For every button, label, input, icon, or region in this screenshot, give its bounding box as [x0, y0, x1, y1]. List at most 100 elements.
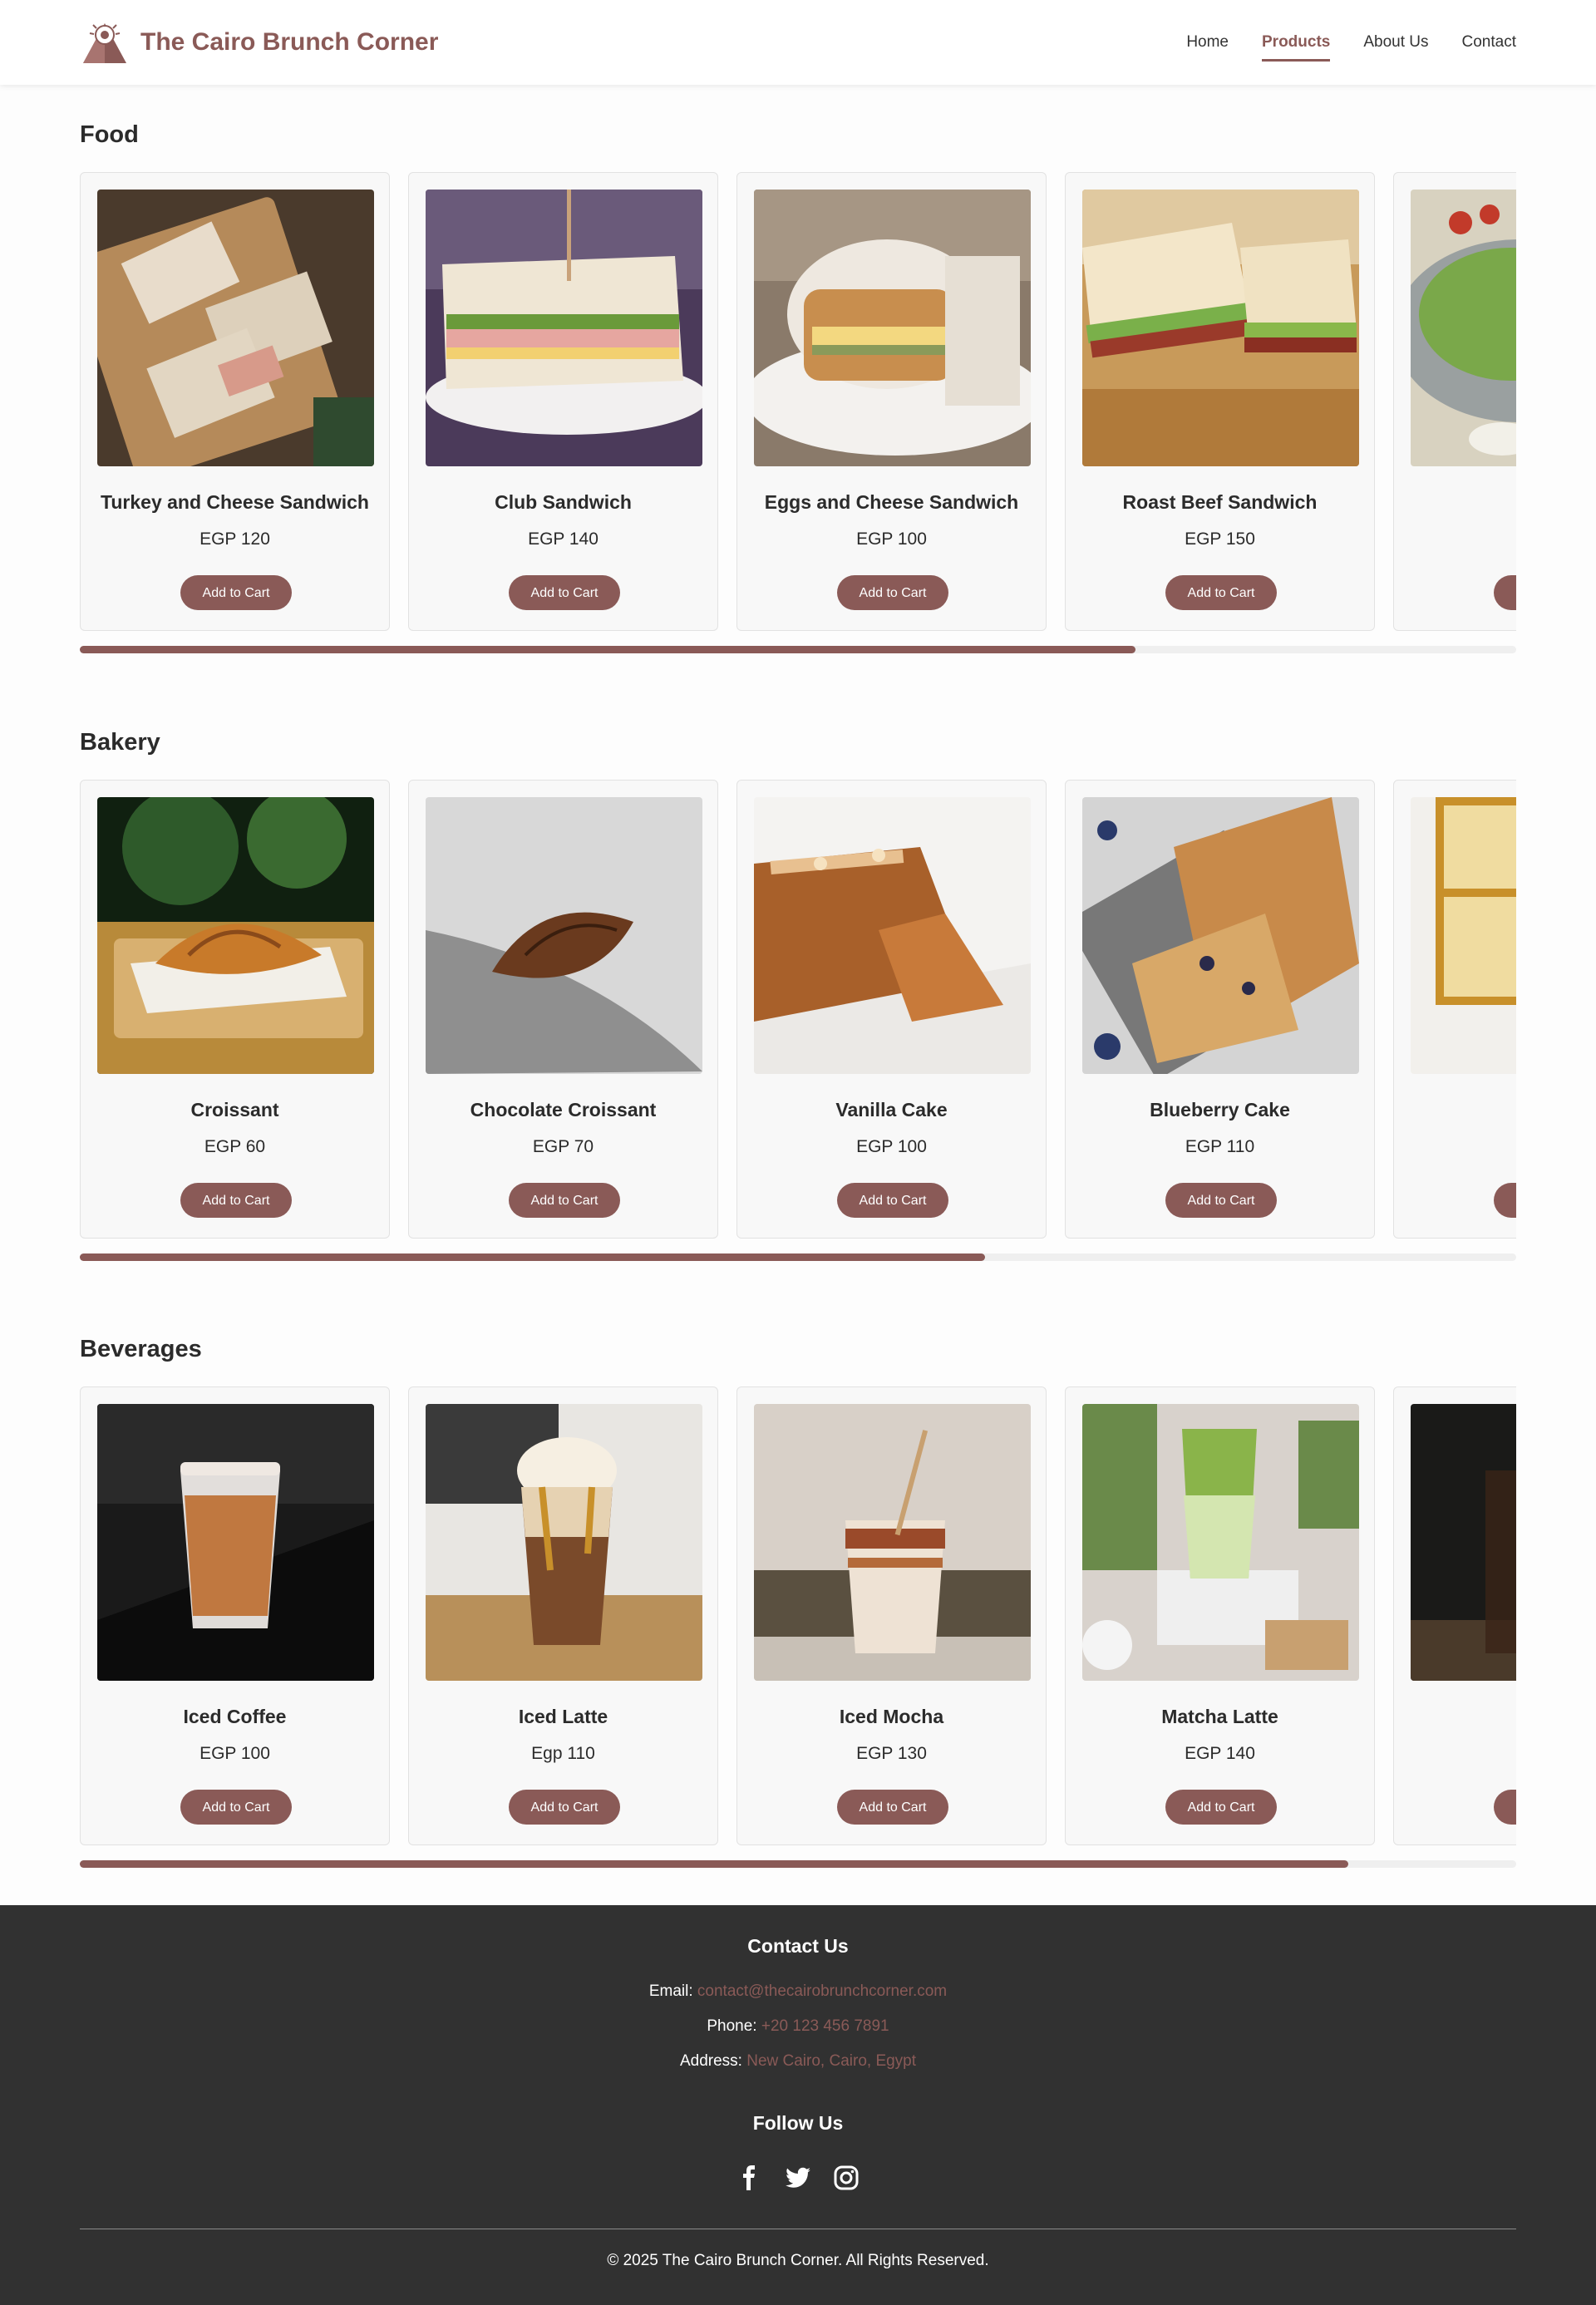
add-to-cart-button[interactable]: A	[1494, 1790, 1516, 1825]
product-price: EGP 60	[204, 1137, 266, 1156]
blueberry-cake-image	[1082, 797, 1359, 1074]
product-price: EGP 100	[856, 1137, 927, 1156]
product-carousel[interactable]: Croissant EGP 60 Add to Cart Chocolate C…	[80, 780, 1516, 1242]
product-price: EGP 110	[1185, 1137, 1255, 1156]
instagram-icon[interactable]	[833, 2165, 860, 2191]
scrollbar-thumb[interactable]	[80, 1253, 985, 1261]
product-card: Roast Beef Sandwich EGP 150 Add to Cart	[1065, 172, 1375, 631]
product-card: C E A	[1393, 1386, 1516, 1845]
eggs-cheese-sandwich-image	[754, 190, 1031, 466]
contact-address: Address: New Cairo, Cairo, Egypt	[0, 2052, 1596, 2071]
section-title: Bakery	[80, 729, 160, 756]
scrollbar-thumb[interactable]	[80, 646, 1136, 653]
product-card: Iced Mocha EGP 130 Add to Cart	[736, 1386, 1047, 1845]
turkey-cheese-sandwich-image	[97, 190, 374, 466]
phone-label: Phone:	[707, 2017, 757, 2035]
product-name: Eggs and Cheese Sandwich	[764, 491, 1019, 513]
product-price: E	[1394, 1137, 1516, 1157]
product-name: Club Sandwich	[495, 491, 632, 513]
contact-email: Email: contact@thecairobrunchcorner.com	[0, 1982, 1596, 2001]
product-price: Egp 110	[531, 1744, 595, 1763]
carousel-scrollbar[interactable]	[80, 1860, 1516, 1868]
add-to-cart-button[interactable]: Add to Cart	[509, 1183, 620, 1218]
product-card: Vanilla Cake EGP 100 Add to Cart	[736, 780, 1047, 1239]
product-name: Turkey and Cheese Sandwich	[101, 491, 369, 513]
email-label: Email:	[648, 1982, 693, 2000]
add-to-cart-button[interactable]: A	[1494, 575, 1516, 610]
product-price: E	[1394, 1744, 1516, 1764]
product-price: EGP 140	[1185, 1744, 1255, 1763]
carousel-scrollbar[interactable]	[80, 1253, 1516, 1261]
site-header: The Cairo Brunch Corner Home Products Ab…	[0, 0, 1596, 85]
phone-link[interactable]: +20 123 456 7891	[761, 2017, 889, 2035]
product-card: Chocolate Croissant EGP 70 Add to Cart	[408, 780, 718, 1239]
product-name: Iced Coffee	[183, 1706, 287, 1727]
product-card: Iced Latte Egp 110 Add to Cart	[408, 1386, 718, 1845]
social-links	[0, 2165, 1596, 2191]
add-to-cart-button[interactable]: Add to Cart	[837, 1183, 948, 1218]
croissant-image	[97, 797, 374, 1074]
iced-latte-image	[426, 1404, 702, 1681]
nav-contact[interactable]: Contact	[1462, 30, 1516, 62]
product-name: Iced Mocha	[839, 1706, 944, 1727]
carousel-scrollbar[interactable]	[80, 646, 1516, 653]
add-to-cart-button[interactable]: Add to Cart	[1165, 1183, 1277, 1218]
twitter-icon[interactable]	[785, 2165, 811, 2191]
add-to-cart-button[interactable]: Add to Cart	[837, 1790, 948, 1825]
club-sandwich-image	[426, 190, 702, 466]
product-card: Blueberry Cake EGP 110 Add to Cart	[1065, 780, 1375, 1239]
section-title: Food	[80, 121, 139, 148]
add-to-cart-button[interactable]: Add to Cart	[509, 1790, 620, 1825]
add-to-cart-button[interactable]: Add to Cart	[1165, 575, 1277, 610]
product-name: Ca	[1394, 491, 1516, 514]
add-to-cart-button[interactable]: Add to Cart	[1165, 1790, 1277, 1825]
product-card: Eggs and Cheese Sandwich EGP 100 Add to …	[736, 172, 1047, 631]
roast-beef-sandwich-image	[1082, 190, 1359, 466]
product-name: Vanilla Cake	[835, 1099, 948, 1120]
contact-phone: Phone: +20 123 456 7891	[0, 2017, 1596, 2036]
bread-loaf-image	[1411, 797, 1516, 1074]
product-carousel[interactable]: Iced Coffee EGP 100 Add to Cart Iced Lat…	[80, 1386, 1516, 1849]
add-to-cart-button[interactable]: Add to Cart	[180, 1183, 292, 1218]
add-to-cart-button[interactable]: Add to Cart	[509, 575, 620, 610]
product-name: Iced Latte	[518, 1706, 608, 1727]
add-to-cart-button[interactable]: Add to Cart	[180, 575, 292, 610]
product-card: Ca E A	[1393, 172, 1516, 631]
facebook-icon[interactable]	[736, 2165, 763, 2191]
product-card: Iced Coffee EGP 100 Add to Cart	[80, 1386, 390, 1845]
product-price: EGP 100	[856, 529, 927, 549]
nav-about-us[interactable]: About Us	[1363, 30, 1428, 62]
product-card: Turkey and Cheese Sandwich EGP 120 Add t…	[80, 172, 390, 631]
add-to-cart-button[interactable]: Add to Cart	[180, 1790, 292, 1825]
iced-mocha-image	[754, 1404, 1031, 1681]
product-price: EGP 150	[1185, 529, 1255, 549]
product-name: Croissant	[190, 1099, 279, 1120]
main-nav: Home Products About Us Contact	[1186, 30, 1516, 62]
product-price: EGP 130	[856, 1744, 927, 1763]
iced-coffee-image	[97, 1404, 374, 1681]
add-to-cart-button[interactable]: A	[1494, 1183, 1516, 1218]
add-to-cart-button[interactable]: Add to Cart	[837, 575, 948, 610]
product-price: EGP 120	[200, 529, 270, 549]
brand-name[interactable]: The Cairo Brunch Corner	[140, 23, 438, 62]
nav-home[interactable]: Home	[1186, 30, 1229, 62]
chocolate-croissant-image	[426, 797, 702, 1074]
vanilla-cake-image	[754, 797, 1031, 1074]
copyright-text: © 2025 The Cairo Brunch Corner. All Righ…	[607, 2252, 989, 2269]
product-name: Chocolate Croissant	[470, 1099, 657, 1120]
follow-us-heading: Follow Us	[752, 2112, 844, 2134]
scrollbar-thumb[interactable]	[80, 1860, 1348, 1868]
product-name: Blueberry Cake	[1150, 1099, 1290, 1120]
product-carousel[interactable]: Turkey and Cheese Sandwich EGP 120 Add t…	[80, 172, 1516, 634]
product-name: Matcha Latte	[1161, 1706, 1278, 1727]
pyramid-coffee-logo-icon[interactable]	[80, 18, 130, 66]
product-card: Club Sandwich EGP 140 Add to Cart	[408, 172, 718, 631]
caesar-salad-image	[1411, 190, 1516, 466]
cold-brew-image	[1411, 1404, 1516, 1681]
email-link[interactable]: contact@thecairobrunchcorner.com	[697, 1982, 947, 2000]
product-name: C	[1394, 1706, 1516, 1728]
product-card: Matcha Latte EGP 140 Add to Cart	[1065, 1386, 1375, 1845]
product-card: Croissant EGP 60 Add to Cart	[80, 780, 390, 1239]
product-price: E	[1394, 529, 1516, 549]
nav-products[interactable]: Products	[1262, 30, 1331, 62]
